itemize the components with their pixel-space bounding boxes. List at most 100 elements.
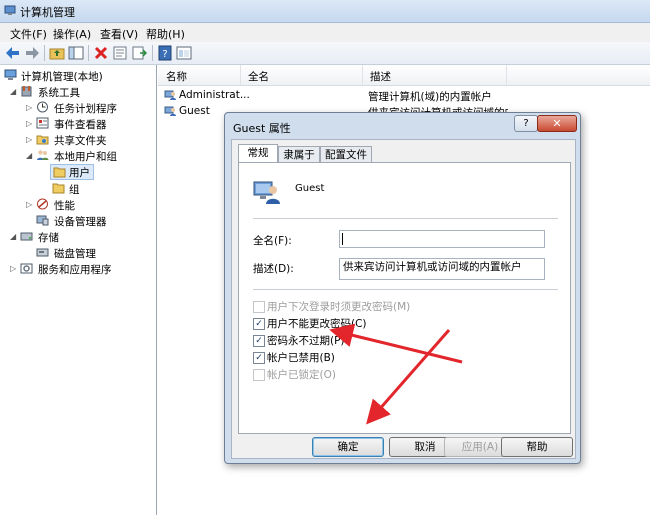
guest-properties-dialog: Guest 属性 ? ✕ 常规 隶属于 配置文件 Guest 全名(F): 描述… [224, 112, 581, 464]
fullname-field[interactable] [339, 230, 545, 248]
folder-icon [52, 183, 65, 194]
divider [253, 289, 558, 290]
description-label: 描述(D): [253, 263, 294, 275]
computer-icon [4, 69, 17, 80]
cannot-change-password-checkbox[interactable]: ✓ [253, 318, 265, 330]
account-username: Guest [295, 183, 325, 194]
services-icon [20, 263, 33, 274]
back-arrow-icon[interactable] [5, 45, 21, 61]
account-locked-checkbox[interactable] [253, 369, 265, 381]
tools-icon [21, 86, 32, 97]
toolbar: ? [0, 42, 650, 65]
tree-item-label: 事件查看器 [54, 119, 107, 131]
account-disabled-checkbox[interactable]: ✓ [253, 352, 265, 364]
tree-item-label: 组 [69, 184, 80, 196]
toolbar-separator [44, 45, 45, 61]
help-book-icon[interactable]: ? [157, 45, 173, 61]
dialog-title: Guest 属性 [233, 122, 291, 135]
export-list-icon[interactable] [131, 45, 147, 61]
up-folder-icon[interactable] [49, 45, 65, 61]
svg-text:?: ? [162, 49, 167, 60]
tree-root-label: 计算机管理(本地) [21, 71, 103, 83]
help-button[interactable]: 帮助 [501, 437, 573, 457]
navigation-tree: 计算机管理(本地) ◢ 系统工具 ▷ 任务计划程序 ▷ 事件查看器 ▷ 共享文件… [0, 65, 157, 515]
title-bar: 计算机管理 [0, 0, 650, 23]
table-row[interactable]: Administrat... 管理计算机(域)的内置帐户 [163, 88, 643, 104]
cannot-change-password-label: 用户不能更改密码(C) [267, 318, 367, 330]
folder-icon [53, 167, 66, 178]
column-description[interactable]: 描述 [370, 69, 391, 84]
column-name[interactable]: 名称 [166, 69, 187, 84]
tree-item-label: 服务和应用程序 [38, 264, 112, 276]
user-account-icon [253, 181, 280, 204]
delete-icon[interactable] [93, 45, 109, 61]
text-cursor [342, 233, 343, 245]
menu-help[interactable]: 帮助(H) [146, 26, 185, 42]
password-never-expires-label: 密码永不过期(P) [267, 335, 345, 347]
tree-item-label: 本地用户和组 [54, 151, 117, 163]
tab-general[interactable]: 常规 [238, 144, 278, 164]
toolbar-separator [152, 45, 153, 61]
properties-icon[interactable] [112, 45, 128, 61]
clock-icon [37, 101, 48, 113]
tree-item-label: 系统工具 [38, 87, 80, 99]
tab-member-of[interactable]: 隶属于 [278, 146, 320, 163]
toolbar-separator [88, 45, 89, 61]
mmc-window-icon[interactable] [176, 45, 192, 61]
expand-arrow-icon[interactable]: ▷ [26, 200, 32, 209]
dialog-body: 常规 隶属于 配置文件 Guest 全名(F): 描述(D): 供来宾访问计算机… [231, 139, 576, 459]
tree-item-users[interactable]: 用户 [50, 164, 94, 180]
device-manager-icon [36, 215, 49, 226]
description-field[interactable]: 供来宾访问计算机或访问域的内置帐户 [339, 258, 545, 280]
expand-arrow-icon[interactable]: ▷ [10, 264, 16, 273]
divider [253, 218, 558, 219]
tab-panel-general: Guest 全名(F): 描述(D): 供来宾访问计算机或访问域的内置帐户 用户… [238, 162, 571, 434]
tree-item-label: 共享文件夹 [54, 135, 107, 147]
row-description: 管理计算机(域)的内置帐户 [368, 91, 492, 103]
menu-file[interactable]: 文件(F) [10, 26, 47, 42]
menu-view[interactable]: 查看(V) [100, 26, 138, 42]
window-title: 计算机管理 [20, 6, 75, 19]
expand-arrow-icon[interactable]: ▷ [26, 135, 32, 144]
column-separator[interactable] [362, 65, 363, 85]
user-icon [164, 90, 176, 100]
expand-arrow-icon[interactable]: ▷ [26, 103, 32, 112]
tree-item-label: 磁盘管理 [54, 248, 96, 260]
expand-arrow-icon[interactable]: ▷ [26, 119, 32, 128]
must-change-password-checkbox[interactable] [253, 301, 265, 313]
tree-item-label: 设备管理器 [54, 216, 107, 228]
collapse-arrow-icon[interactable]: ◢ [10, 232, 16, 241]
row-name: Administrat... [179, 89, 250, 101]
fullname-label: 全名(F): [253, 235, 292, 247]
user-icon [164, 106, 176, 116]
dialog-help-button[interactable]: ? [514, 115, 538, 132]
tree-item-label: 任务计划程序 [54, 103, 117, 115]
column-separator[interactable] [506, 65, 507, 85]
account-locked-label: 帐户已锁定(O) [267, 369, 336, 381]
list-header: 名称 全名 描述 [158, 65, 650, 86]
column-separator[interactable] [240, 65, 241, 85]
collapse-arrow-icon[interactable]: ◢ [10, 87, 16, 96]
computer-management-icon [4, 5, 16, 15]
forward-arrow-icon[interactable] [24, 45, 40, 61]
collapse-arrow-icon[interactable]: ◢ [26, 151, 32, 160]
tree-item-label: 用户 [69, 167, 90, 179]
account-disabled-label: 帐户已禁用(B) [267, 352, 335, 364]
tab-profile[interactable]: 配置文件 [320, 146, 372, 163]
ok-button[interactable]: 确定 [312, 437, 384, 457]
performance-icon [37, 198, 48, 210]
event-viewer-icon [36, 117, 49, 129]
shared-folder-icon [36, 135, 49, 145]
row-name: Guest [179, 105, 210, 117]
dialog-close-button[interactable]: ✕ [537, 115, 577, 132]
users-group-icon [37, 150, 49, 160]
menu-action[interactable]: 操作(A) [53, 26, 91, 42]
column-fullname[interactable]: 全名 [248, 69, 269, 84]
menu-bar: 文件(F) 操作(A) 查看(V) 帮助(H) [0, 23, 650, 42]
must-change-password-label: 用户下次登录时须更改密码(M) [267, 301, 411, 313]
tree-item-label: 性能 [54, 200, 75, 212]
show-hide-tree-icon[interactable] [68, 45, 84, 61]
storage-icon [20, 232, 33, 241]
tree-item-label: 存储 [38, 232, 59, 244]
password-never-expires-checkbox[interactable]: ✓ [253, 335, 265, 347]
